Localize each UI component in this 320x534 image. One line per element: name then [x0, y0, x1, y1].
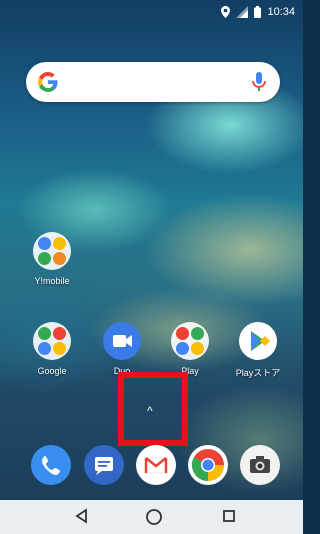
video-call-icon: [103, 322, 141, 360]
battery-icon: [254, 6, 262, 18]
camera-icon[interactable]: [240, 445, 280, 485]
status-bar: 10:34: [0, 0, 303, 24]
play-folder[interactable]: Play: [160, 322, 220, 376]
chrome-icon[interactable]: [188, 445, 228, 485]
gmail-icon[interactable]: [136, 445, 176, 485]
folder-icon: [33, 322, 71, 360]
clock: 10:34: [267, 6, 295, 18]
back-icon[interactable]: [74, 508, 88, 529]
app-label-google: Google: [37, 366, 67, 376]
google-logo-icon: [37, 72, 58, 97]
app-label-ymobile: Y!mobile: [34, 276, 70, 286]
recents-icon[interactable]: [222, 508, 236, 529]
folder-icon: [33, 232, 71, 270]
folder-icon: [171, 322, 209, 360]
location-icon: [221, 6, 231, 18]
play-store-icon: [239, 322, 277, 360]
app-label-play-store: Playストア: [235, 368, 281, 378]
google-folder[interactable]: Google: [22, 322, 82, 376]
google-search-bar[interactable]: [26, 62, 280, 102]
ymobile-folder[interactable]: Y!mobile: [22, 232, 82, 286]
duo-app[interactable]: Duo: [92, 322, 152, 376]
phone-icon[interactable]: [31, 445, 71, 485]
navigation-bar: [0, 500, 303, 534]
home-icon[interactable]: [145, 508, 163, 531]
mic-icon[interactable]: [252, 72, 266, 97]
highlight-box: [118, 372, 188, 446]
signal-icon: [236, 6, 249, 18]
messages-icon[interactable]: [84, 445, 124, 485]
play-store-app[interactable]: Playストア: [228, 322, 288, 379]
